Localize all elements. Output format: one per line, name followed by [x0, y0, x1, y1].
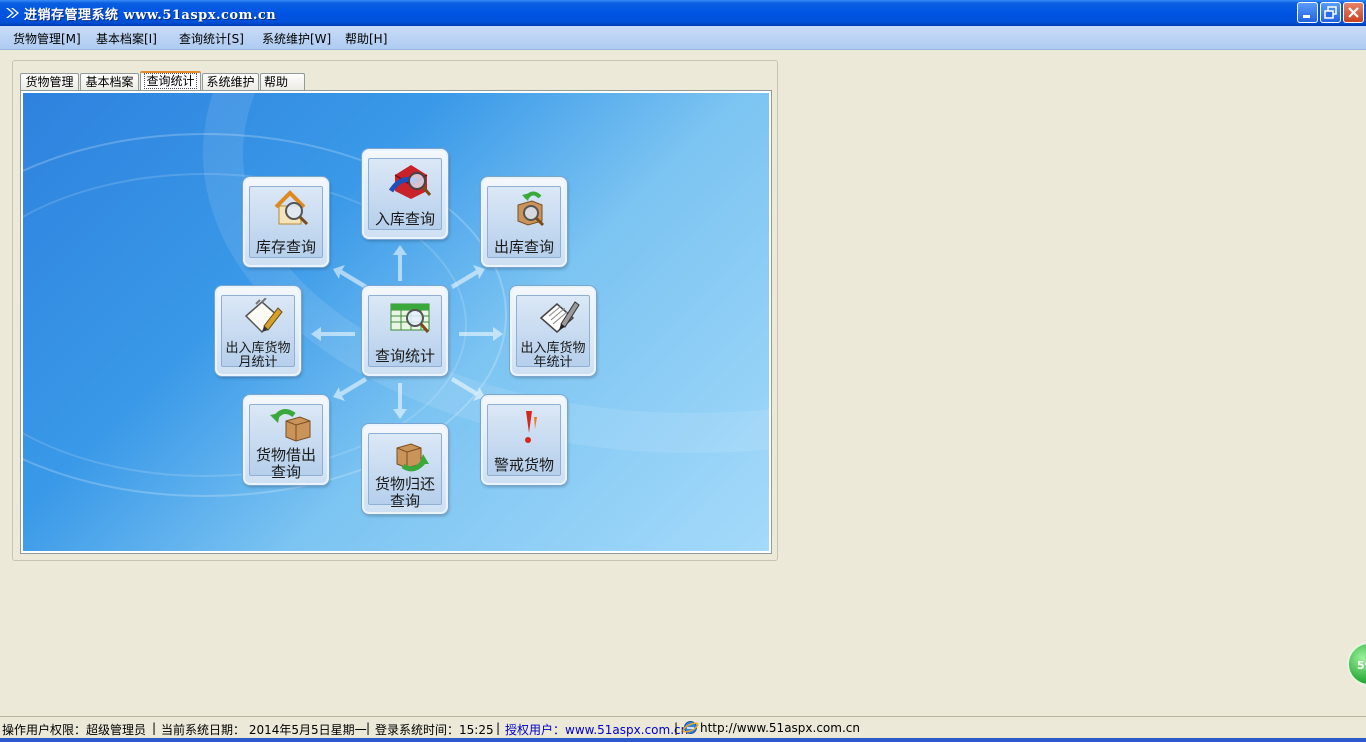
return-query-label-2: 查询 — [389, 492, 420, 510]
monthly-stats-label-2: 月统计 — [238, 355, 278, 370]
status-login-time: 登录系统时间：15:25 — [375, 723, 494, 737]
alert-goods-button[interactable]: 警戒货物 — [481, 395, 567, 485]
stock-out-query-button[interactable]: 出库查询 — [481, 177, 567, 267]
house-magnifier-icon — [274, 190, 309, 226]
inventory-query-button[interactable]: 库存查询 — [243, 177, 329, 267]
stock-in-query-label: 入库查询 — [374, 210, 435, 228]
box-arrow-out-icon — [270, 409, 311, 442]
tab-query-stats[interactable]: 查询统计 — [140, 71, 201, 91]
status-separator: | — [152, 721, 157, 735]
inbound-magnifier-icon — [389, 165, 432, 199]
status-system-date: 当前系统日期： 2014年5月5日星期一 — [161, 723, 367, 737]
menu-help[interactable]: 帮助[H] — [345, 30, 387, 47]
arrow-down-right-icon — [451, 377, 485, 401]
query-stats-center-button[interactable]: 查询统计 — [362, 286, 448, 376]
tab-system-maintenance[interactable]: 系统维护 — [202, 73, 259, 90]
monthly-stats-button[interactable]: 出入库货物 月统计 — [215, 286, 301, 376]
window-title: 进销存管理系统 www.51aspx.com.cn — [24, 8, 277, 23]
status-url[interactable]: http://www.51aspx.com.cn — [700, 721, 860, 735]
lend-query-label-1: 货物借出 — [255, 446, 316, 464]
status-separator: | — [366, 721, 371, 735]
query-stats-center-label: 查询统计 — [374, 347, 435, 365]
menu-goods-management[interactable]: 货物管理[M] — [13, 30, 81, 47]
spreadsheet-magnifier-icon — [390, 303, 430, 333]
arrow-down-left-icon — [333, 377, 367, 401]
menu-system-maintenance[interactable]: 系统维护[W] — [262, 30, 331, 47]
monthly-stats-label-1: 出入库货物 — [225, 341, 291, 356]
restore-icon — [1324, 6, 1337, 19]
arrow-down-icon — [393, 383, 407, 419]
minimize-button[interactable] — [1297, 2, 1318, 23]
stock-out-query-label: 出库查询 — [493, 238, 554, 256]
tab-goods-management[interactable]: 货物管理 — [20, 73, 79, 90]
box-arrow-return-icon — [396, 443, 429, 472]
stock-in-query-button[interactable]: 入库查询 — [362, 149, 448, 239]
close-icon — [1348, 7, 1359, 18]
menu-query-stats[interactable]: 查询统计[S] — [179, 30, 244, 47]
status-licensed-user[interactable]: 授权用户：www.51aspx.com.cn — [505, 721, 688, 738]
arrow-up-right-icon — [451, 265, 485, 289]
arrow-left-icon — [311, 327, 355, 341]
alert-goods-label: 警戒货物 — [493, 456, 554, 474]
floating-badge[interactable]: 59 — [1347, 642, 1366, 686]
maximize-button[interactable] — [1320, 2, 1341, 23]
return-query-label-1: 货物归还 — [374, 475, 435, 493]
pen-paper-icon — [539, 301, 580, 333]
tab-help[interactable]: 帮助 — [260, 73, 305, 90]
status-bar: 操作用户权限：超级管理员 | 当前系统日期： 2014年5月5日星期一 | 登录… — [0, 716, 1366, 739]
inventory-query-label: 库存查询 — [255, 238, 316, 256]
arrow-up-left-icon — [333, 265, 367, 289]
exclamation-icon — [525, 411, 537, 443]
status-separator: | — [674, 721, 679, 735]
menu-bar: 货物管理[M] 基本档案[I] 查询统计[S] 系统维护[W] 帮助[H] — [0, 26, 1366, 50]
status-user-role: 操作用户权限：超级管理员 — [2, 723, 147, 737]
arrow-up-icon — [393, 245, 407, 281]
minimize-icon — [1303, 15, 1310, 18]
app-icon — [6, 8, 19, 18]
menu-basic-records[interactable]: 基本档案[I] — [96, 30, 157, 47]
query-hub: 入库查询 库存查询 出库查询 出入库货物 月统计 查询统计 出入库货物 年统计 … — [23, 93, 769, 551]
lend-query-label-2: 查询 — [270, 463, 301, 481]
lend-query-button[interactable]: 货物借出 查询 — [243, 395, 329, 485]
return-query-button[interactable]: 货物归还 查询 — [362, 424, 448, 514]
status-separator: | — [496, 721, 501, 735]
tab-basic-records[interactable]: 基本档案 — [80, 73, 139, 90]
yearly-stats-label-1: 出入库货物 — [520, 341, 586, 356]
yearly-stats-label-2: 年统计 — [533, 355, 573, 370]
yearly-stats-button[interactable]: 出入库货物 年统计 — [510, 286, 596, 376]
close-button[interactable] — [1343, 2, 1364, 23]
arrow-right-icon — [459, 327, 503, 341]
outbound-box-icon — [517, 191, 545, 227]
tab-content: 入库查询 库存查询 出库查询 出入库货物 月统计 查询统计 出入库货物 年统计 … — [20, 90, 772, 554]
taskbar-strip — [0, 738, 1366, 742]
notepad-pen-icon — [244, 298, 283, 334]
title-bar[interactable]: 进销存管理系统 www.51aspx.com.cn — [0, 0, 1366, 26]
ie-globe-icon — [682, 721, 699, 734]
